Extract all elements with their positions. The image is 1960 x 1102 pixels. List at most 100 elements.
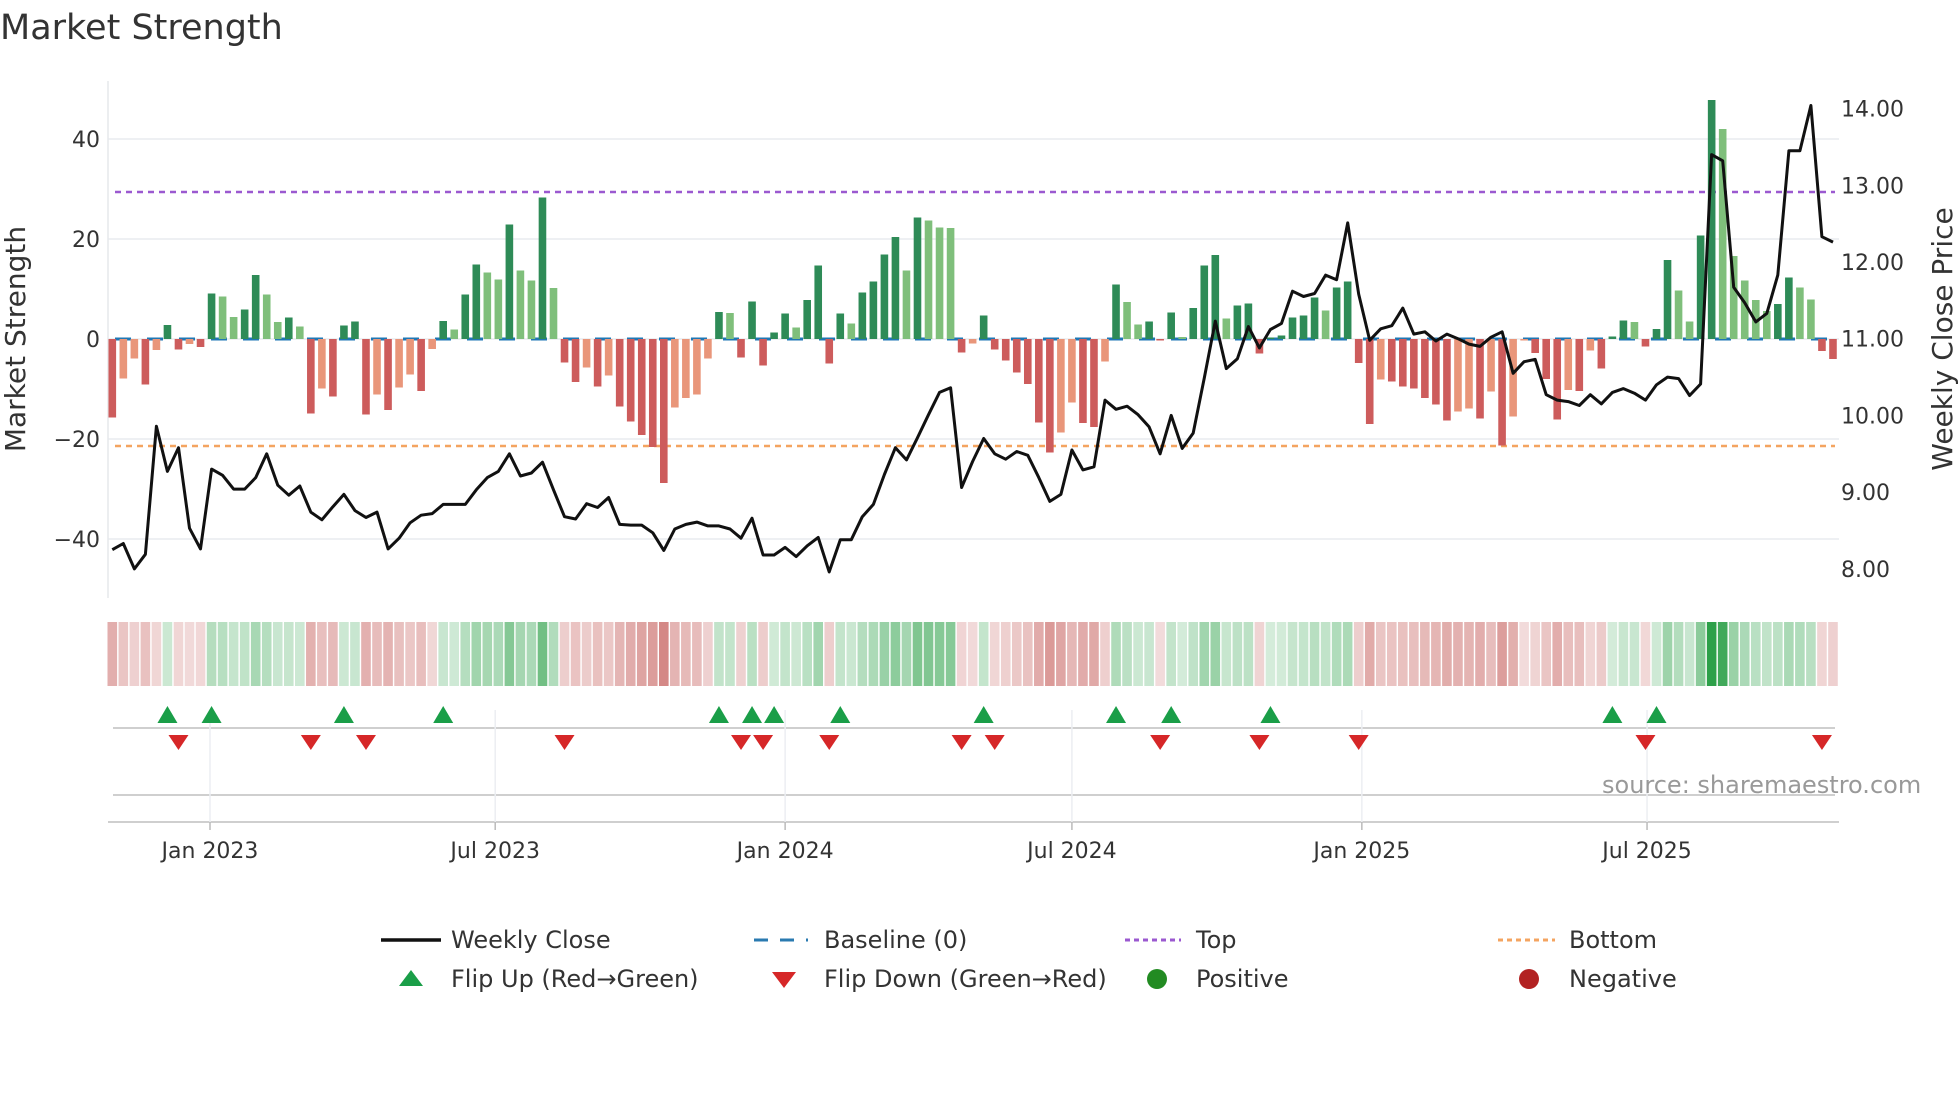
y2-axis-ticks: 14.00 13.00 12.00 11.00 10.00 9.00 8.00 <box>1841 98 1904 583</box>
y-axis-label: Market Strength <box>0 226 32 452</box>
strength-bar <box>1619 320 1628 339</box>
flip-down-marker <box>1249 735 1270 750</box>
strength-bar <box>1432 339 1440 405</box>
strength-bar <box>549 288 558 339</box>
strength-bar <box>1520 339 1528 341</box>
heat-cell <box>250 622 261 686</box>
strength-bar <box>329 339 337 397</box>
heat-cell <box>295 622 305 686</box>
heat-cell <box>780 622 790 686</box>
heat-cell <box>1817 622 1827 686</box>
strength-bar <box>869 281 878 339</box>
heat-cell <box>1155 622 1165 686</box>
flip-up-marker <box>1106 706 1127 723</box>
heat-cell <box>1684 622 1695 686</box>
strength-bar <box>1575 339 1584 391</box>
flip-up-marker <box>973 706 994 723</box>
strength-bar <box>902 270 911 339</box>
strength-bar <box>240 309 249 339</box>
heat-cell <box>692 622 702 686</box>
strength-bar <box>1001 339 1010 361</box>
heat-cell <box>769 622 779 686</box>
flip-up-marker <box>201 706 222 723</box>
heat-cell <box>581 622 592 686</box>
heat-cell <box>1541 622 1551 686</box>
heat-cell <box>1806 622 1816 686</box>
strength-bar <box>1487 339 1495 392</box>
flip-up-marker <box>708 706 729 723</box>
heat-cell <box>493 622 504 686</box>
heat-cell <box>1409 622 1419 686</box>
heat-cell <box>162 622 173 686</box>
heat-cell <box>1265 622 1276 686</box>
strength-bar <box>1090 339 1098 427</box>
heat-cell <box>1364 622 1375 686</box>
heat-cell <box>747 622 757 686</box>
heat-cell <box>1475 622 1485 686</box>
heat-cell <box>945 622 956 686</box>
strength-bar <box>1531 339 1539 353</box>
x-tick-label: Jul 2024 <box>1025 839 1117 864</box>
heat-cell <box>394 622 404 686</box>
strength-bar <box>759 339 767 366</box>
heat-cell <box>1662 622 1673 686</box>
heat-cell <box>989 622 1000 686</box>
heat-cell <box>173 622 184 686</box>
strength-bar <box>262 294 271 339</box>
heat-cell <box>868 622 879 686</box>
strength-bar <box>1410 339 1418 389</box>
strength-bar <box>660 339 668 483</box>
heat-cell <box>1773 622 1783 686</box>
triangle-up-icon <box>399 970 423 986</box>
legend-item-negative: Negative <box>1519 965 1677 993</box>
heat-cell <box>515 622 526 686</box>
heat-cell <box>1596 622 1607 686</box>
x-tick-label: Jan 2023 <box>160 839 259 864</box>
heat-cell <box>1243 622 1254 686</box>
strength-bar <box>1189 308 1198 339</box>
flip-down-marker <box>731 735 752 750</box>
circle-negative-icon <box>1519 969 1539 989</box>
heat-cell <box>1585 622 1596 686</box>
heat-cell <box>1232 622 1243 686</box>
strength-bar <box>251 275 260 339</box>
heat-cell <box>636 622 647 686</box>
heat-cell <box>1640 622 1651 686</box>
strength-bar <box>1233 305 1242 339</box>
strength-bar <box>472 264 481 339</box>
legend-item-weekly-close: Weekly Close <box>381 926 611 954</box>
strength-bar <box>1641 339 1650 347</box>
reference-lines <box>115 190 1835 448</box>
heat-cell <box>1398 622 1408 686</box>
flip-down-marker <box>554 735 575 750</box>
flip-down-marker <box>1348 735 1369 750</box>
flip-up-marker <box>433 706 454 723</box>
heat-cell <box>846 622 857 686</box>
y2-tick-label: 8.00 <box>1841 558 1890 583</box>
heat-cell <box>824 622 835 686</box>
strength-bar <box>406 339 414 375</box>
flip-up-marker <box>764 706 785 723</box>
strength-bar <box>340 325 348 339</box>
legend-label: Top <box>1195 926 1237 954</box>
heat-cell <box>1739 622 1750 686</box>
legend-item-top: Top <box>1125 926 1237 954</box>
flip-down-marker <box>1811 735 1832 750</box>
triangle-down-icon <box>772 972 796 988</box>
heat-cell <box>1497 622 1507 686</box>
strength-bar <box>1608 336 1617 339</box>
strength-bar <box>527 280 536 339</box>
strength-bar <box>229 317 238 339</box>
strength-bar <box>693 339 701 395</box>
heat-cell <box>107 622 118 686</box>
heat-cell <box>306 622 316 686</box>
strength-bar <box>1454 339 1462 412</box>
strength-bar <box>1476 339 1484 419</box>
strength-bar <box>626 339 635 422</box>
strength-bar <box>957 339 966 353</box>
strength-bar <box>1796 287 1804 339</box>
strength-bar <box>218 296 227 339</box>
x-tick-label: Jul 2025 <box>1600 839 1692 864</box>
strength-bar <box>351 321 359 339</box>
heat-cell <box>912 622 923 686</box>
